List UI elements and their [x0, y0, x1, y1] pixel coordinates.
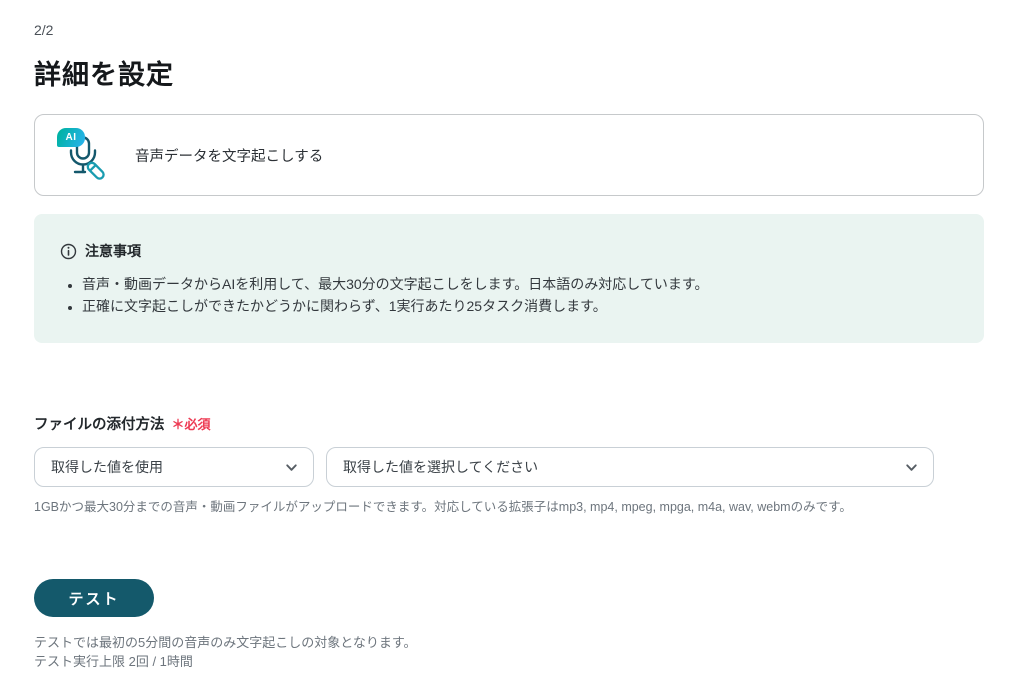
chevron-down-icon: [283, 459, 300, 476]
test-note: テストでは最初の5分間の音声のみ文字起こしの対象となります。: [34, 635, 417, 650]
file-attachment-selects: 取得した値を使用 取得した値を選択してください: [34, 447, 984, 487]
file-attachment-label: ファイルの添付方法: [34, 417, 165, 433]
step-indicator: 2/2: [34, 22, 54, 38]
attachment-value-select-value: 取得した値を選択してください: [343, 459, 539, 475]
test-notes: テストでは最初の5分間の音声のみ文字起こしの対象となります。 テスト実行上限 2…: [34, 634, 984, 671]
required-badge: ＊必須: [171, 417, 211, 432]
info-icon: [60, 243, 77, 259]
file-attachment-helper: 1GBかつ最大30分までの音声・動画ファイルがアップロードできます。対応している…: [34, 500, 852, 514]
test-note: テスト実行上限 2回 / 1時間: [34, 653, 193, 669]
file-attachment-label-row: ファイルの添付方法 ＊必須: [34, 413, 984, 434]
action-card-label: 音声データを文字起こしする: [135, 148, 324, 165]
notice-header: 注意事項: [60, 241, 958, 261]
chevron-down-icon: [903, 459, 920, 476]
attachment-method-select[interactable]: 取得した値を使用: [34, 447, 314, 487]
notice-box: 注意事項 音声・動画データからAIを利用して、最大30分の文字起こしをします。日…: [34, 214, 984, 343]
notice-item: 音声・動画データからAIを利用して、最大30分の文字起こしをします。日本語のみ対…: [82, 274, 958, 296]
selected-action-card: AI 音声データを文字起こしする: [34, 114, 984, 196]
notice-title: 注意事項: [85, 243, 141, 259]
notice-item: 正確に文字起こしができたかどうかに関わらず、1実行あたり25タスク消費します。: [82, 296, 958, 318]
attachment-value-select[interactable]: 取得した値を選択してください: [326, 447, 934, 487]
test-button[interactable]: テスト: [34, 579, 154, 617]
microphone-pencil-icon: AI: [55, 124, 113, 186]
settings-page: 2/2 詳細を設定 AI 音声データを文字起こしする 注意事項 • 音声・動画デ…: [0, 0, 1011, 671]
ai-badge: AI: [57, 128, 85, 147]
page-title: 詳細を設定: [34, 60, 174, 90]
attachment-method-select-value: 取得した値を使用: [51, 459, 163, 475]
notice-list: 音声・動画データからAIを利用して、最大30分の文字起こしをします。日本語のみ対…: [60, 274, 958, 317]
